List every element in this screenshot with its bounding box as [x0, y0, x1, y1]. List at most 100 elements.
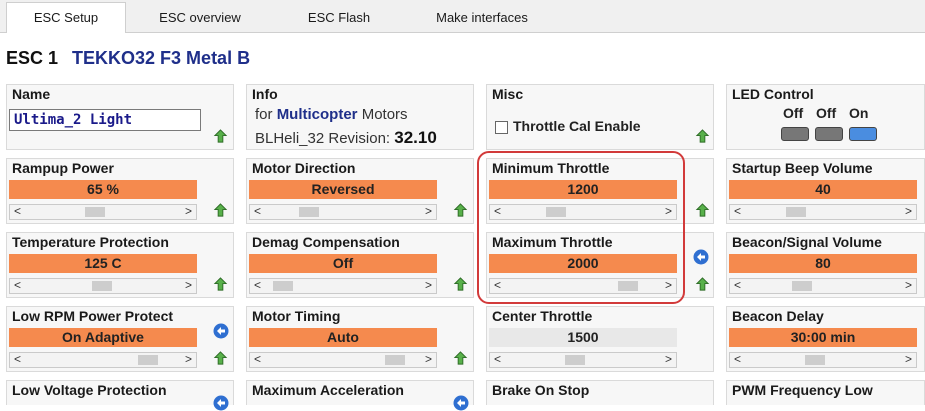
startup-beep-panel: Startup Beep Volume 40 < > — [726, 158, 925, 224]
scrollbar-thumb[interactable] — [85, 207, 106, 217]
beacon-delay-panel: Beacon Delay 30:00 min < > — [726, 306, 925, 372]
name-label: Name — [12, 86, 51, 102]
beacon-volume-value: 80 — [729, 254, 917, 273]
tab-esc-flash[interactable]: ESC Flash — [276, 4, 402, 31]
temperature-protection-scrollbar[interactable]: < > — [9, 278, 197, 294]
misc-label: Misc — [492, 86, 524, 102]
write-arrow-icon[interactable] — [695, 129, 710, 144]
motor-direction-value: Reversed — [249, 180, 437, 199]
motor-direction-panel: Motor Direction Reversed < > — [246, 158, 474, 224]
demag-compensation-value: Off — [249, 254, 437, 273]
led-2-state: Off — [816, 105, 837, 121]
demag-compensation-label: Demag Compensation — [252, 234, 400, 250]
led-label: LED Control — [732, 86, 814, 102]
info-arrow-icon[interactable] — [693, 249, 709, 265]
info-type-line: for Multicopter Motors — [255, 106, 408, 123]
scrollbar-thumb[interactable] — [785, 207, 806, 217]
rampup-value: 65 % — [9, 180, 197, 199]
maximum-throttle-value: 2000 — [489, 254, 677, 273]
brake-on-stop-panel: Brake On Stop — [486, 380, 714, 405]
max-acceleration-label: Maximum Acceleration — [252, 382, 404, 398]
scrollbar-thumb[interactable] — [618, 281, 639, 291]
beacon-volume-panel: Beacon/Signal Volume 80 < > — [726, 232, 925, 298]
rampup-scrollbar[interactable]: < > — [9, 204, 197, 220]
center-throttle-scrollbar[interactable]: < > — [489, 352, 677, 368]
pwm-frequency-low-panel: PWM Frequency Low — [726, 380, 925, 405]
write-arrow-icon[interactable] — [695, 203, 710, 218]
led-2-toggle[interactable] — [815, 127, 843, 141]
low-rpm-panel: Low RPM Power Protect On Adaptive < > — [6, 306, 234, 372]
info-arrow-icon[interactable] — [453, 395, 469, 411]
tab-make-interfaces[interactable]: Make interfaces — [414, 4, 550, 31]
tab-esc-setup[interactable]: ESC Setup — [6, 2, 126, 33]
tab-bar: ESC Setup ESC overview ESC Flash Make in… — [0, 0, 925, 33]
info-label: Info — [252, 86, 278, 102]
startup-beep-value: 40 — [729, 180, 917, 199]
write-arrow-icon[interactable] — [453, 203, 468, 218]
write-arrow-icon[interactable] — [213, 203, 228, 218]
beacon-volume-label: Beacon/Signal Volume — [732, 234, 882, 250]
low-rpm-scrollbar[interactable]: < > — [9, 352, 197, 368]
info-arrow-icon[interactable] — [213, 323, 229, 339]
scrollbar-thumb[interactable] — [384, 355, 405, 365]
motor-timing-label: Motor Timing — [252, 308, 341, 324]
write-arrow-icon[interactable] — [213, 277, 228, 292]
led-1-state: Off — [783, 105, 804, 121]
led-3-state: On — [849, 105, 869, 121]
info-panel: Info for Multicopter Motors BLHeli_32 Re… — [246, 84, 474, 150]
minimum-throttle-panel: Minimum Throttle 1200 < > — [486, 158, 714, 224]
write-arrow-icon[interactable] — [453, 351, 468, 366]
scrollbar-thumb[interactable] — [545, 207, 566, 217]
led-panel: LED Control Off Off On — [726, 84, 925, 150]
motor-direction-scrollbar[interactable]: < > — [249, 204, 437, 220]
tab-esc-overview[interactable]: ESC overview — [136, 4, 264, 31]
beacon-volume-scrollbar[interactable]: < > — [729, 278, 917, 294]
scrollbar-thumb[interactable] — [792, 281, 813, 291]
low-voltage-label: Low Voltage Protection — [12, 382, 167, 398]
rampup-label: Rampup Power — [12, 160, 114, 176]
temperature-protection-panel: Temperature Protection 125 C < > — [6, 232, 234, 298]
minimum-throttle-scrollbar[interactable]: < > — [489, 204, 677, 220]
startup-beep-label: Startup Beep Volume — [732, 160, 873, 176]
low-rpm-label: Low RPM Power Protect — [12, 308, 174, 324]
maximum-throttle-scrollbar[interactable]: < > — [489, 278, 677, 294]
throttle-cal-checkbox[interactable] — [495, 121, 508, 134]
beacon-delay-scrollbar[interactable]: < > — [729, 352, 917, 368]
center-throttle-panel: Center Throttle 1500 < > — [486, 306, 714, 372]
minimum-throttle-label: Minimum Throttle — [492, 160, 610, 176]
temperature-protection-value: 125 C — [9, 254, 197, 273]
motor-timing-panel: Motor Timing Auto < > — [246, 306, 474, 372]
center-throttle-label: Center Throttle — [492, 308, 593, 324]
startup-beep-scrollbar[interactable]: < > — [729, 204, 917, 220]
max-acceleration-panel: Maximum Acceleration — [246, 380, 474, 411]
low-rpm-value: On Adaptive — [9, 328, 197, 347]
write-arrow-icon[interactable] — [453, 277, 468, 292]
motor-timing-scrollbar[interactable]: < > — [249, 352, 437, 368]
led-3-toggle[interactable] — [849, 127, 877, 141]
brake-on-stop-label: Brake On Stop — [492, 382, 590, 398]
esc-number: ESC 1 — [6, 48, 59, 68]
esc-model: TEKKO32 F3 Metal B — [72, 48, 251, 68]
demag-compensation-scrollbar[interactable]: < > — [249, 278, 437, 294]
motor-direction-label: Motor Direction — [252, 160, 356, 176]
scrollbar-thumb[interactable] — [92, 281, 112, 291]
esc-name-input[interactable]: Ultima_2 Light — [9, 109, 201, 131]
scrollbar-thumb[interactable] — [805, 355, 826, 365]
scrollbar-thumb[interactable] — [565, 355, 586, 365]
throttle-cal-label: Throttle Cal Enable — [513, 118, 641, 134]
scrollbar-thumb[interactable] — [138, 355, 159, 365]
beacon-delay-value: 30:00 min — [729, 328, 917, 347]
info-arrow-icon[interactable] — [213, 395, 229, 411]
beacon-delay-label: Beacon Delay — [732, 308, 824, 324]
scrollbar-thumb[interactable] — [272, 281, 293, 291]
write-arrow-icon[interactable] — [213, 129, 228, 144]
write-arrow-icon[interactable] — [213, 351, 228, 366]
write-arrow-icon[interactable] — [695, 277, 710, 292]
info-revision-line: BLHeli_32 Revision: 32.10 — [255, 128, 437, 147]
maximum-throttle-label: Maximum Throttle — [492, 234, 613, 250]
motor-timing-value: Auto — [249, 328, 437, 347]
led-1-toggle[interactable] — [781, 127, 809, 141]
center-throttle-value: 1500 — [489, 328, 677, 347]
scrollbar-thumb[interactable] — [299, 207, 319, 217]
pwm-frequency-low-label: PWM Frequency Low — [732, 382, 873, 398]
